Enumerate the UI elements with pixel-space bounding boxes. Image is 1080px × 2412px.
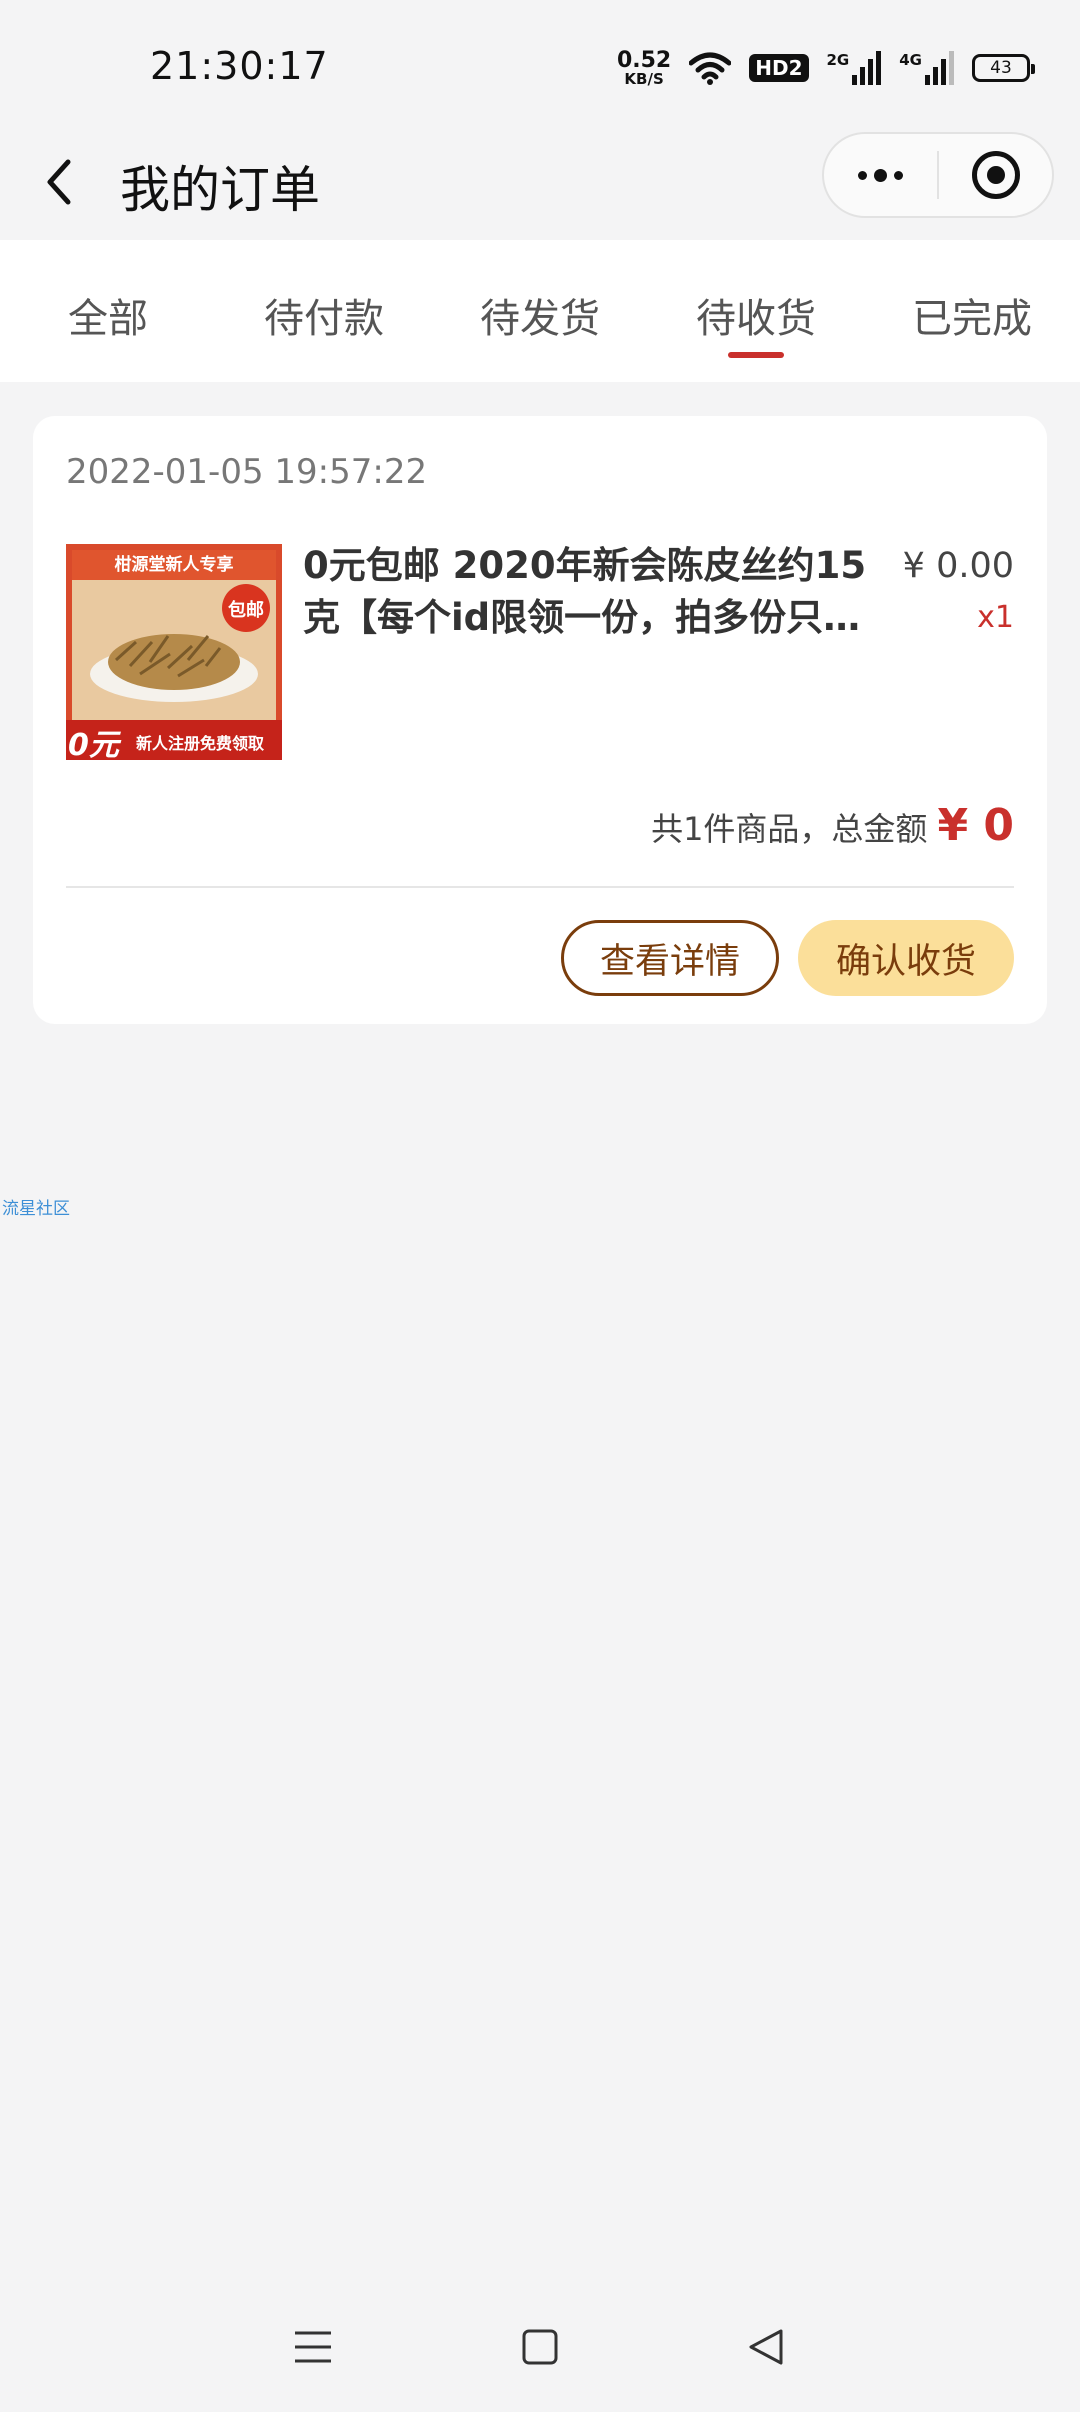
home-button[interactable] [510, 2317, 570, 2377]
back-nav-button[interactable] [737, 2317, 797, 2377]
watermark-text: 流星社区 [2, 1199, 70, 1219]
summary-text: 共1件商品，总金额 [651, 810, 928, 848]
product-quantity: x1 [977, 600, 1014, 635]
order-card[interactable]: 2022-01-05 19:57:22 柑源堂新人专享 包邮 0元 新人注册免费… [33, 416, 1047, 1024]
menu-icon [295, 2331, 332, 2363]
product-image-zero-price: 0元 [68, 728, 119, 760]
total-amount: ¥ 0 [937, 800, 1014, 851]
product-title[interactable]: 0元包邮 2020年新会陈皮丝约15克【每个id限领一份，拍多份只发一份】 [303, 540, 888, 644]
net-speed-unit: KB/S [624, 69, 664, 88]
more-button[interactable] [824, 134, 937, 216]
back-icon[interactable] [40, 152, 80, 212]
tab-pending-payment[interactable]: 待付款 [216, 240, 432, 382]
battery-icon: 43 [972, 54, 1035, 82]
order-time: 2022-01-05 19:57:22 [66, 452, 428, 492]
network-label-4g: 4G [899, 51, 922, 69]
order-tabs: 全部 待付款 待发货 待收货 已完成 [0, 240, 1080, 382]
hd-badge: HD2 [749, 54, 809, 82]
confirm-receipt-button[interactable]: 确认收货 [798, 920, 1014, 996]
product-image-caption: 新人注册免费领取 [136, 734, 265, 753]
status-icons: 0.52 KB/S HD2 2G 4G 43 [616, 46, 1035, 90]
card-divider [66, 886, 1014, 888]
tab-pending-shipment[interactable]: 待发货 [432, 240, 648, 382]
close-button[interactable] [939, 134, 1052, 216]
tab-all[interactable]: 全部 [0, 240, 216, 382]
home-icon [522, 2329, 558, 2365]
product-image-banner: 柑源堂新人专享 [114, 555, 234, 575]
page-title: 我的订单 [120, 161, 320, 219]
net-speed-value: 0.52 [616, 47, 672, 73]
tab-completed[interactable]: 已完成 [864, 240, 1080, 382]
product-image-badge: 包邮 [228, 600, 264, 621]
system-nav-bar [0, 2282, 1080, 2412]
mini-program-capsule [822, 132, 1054, 218]
more-icon [858, 168, 903, 182]
product-price: ¥ 0.00 [902, 546, 1014, 586]
product-image[interactable]: 柑源堂新人专享 包邮 0元 新人注册免费领取 [66, 544, 282, 760]
order-summary: 共1件商品，总金额 ¥ 0 [651, 800, 1014, 851]
menu-button[interactable] [283, 2317, 343, 2377]
wifi-icon [689, 52, 732, 85]
status-time: 21:30:17 [150, 44, 329, 88]
back-triangle-icon [749, 2329, 783, 2365]
tab-pending-receipt[interactable]: 待收货 [648, 240, 864, 382]
nav-bar: 我的订单 [0, 130, 1080, 240]
signal-2g-icon: 2G [827, 51, 882, 85]
signal-4g-icon: 4G [899, 51, 954, 85]
target-icon [971, 151, 1020, 199]
battery-level: 43 [990, 58, 1012, 78]
status-bar: 21:30:17 0.52 KB/S HD2 2G 4G 43 [0, 0, 1080, 130]
network-label-2g: 2G [826, 51, 850, 69]
view-details-button[interactable]: 查看详情 [561, 920, 779, 996]
net-speed: 0.52 KB/S [616, 47, 672, 88]
